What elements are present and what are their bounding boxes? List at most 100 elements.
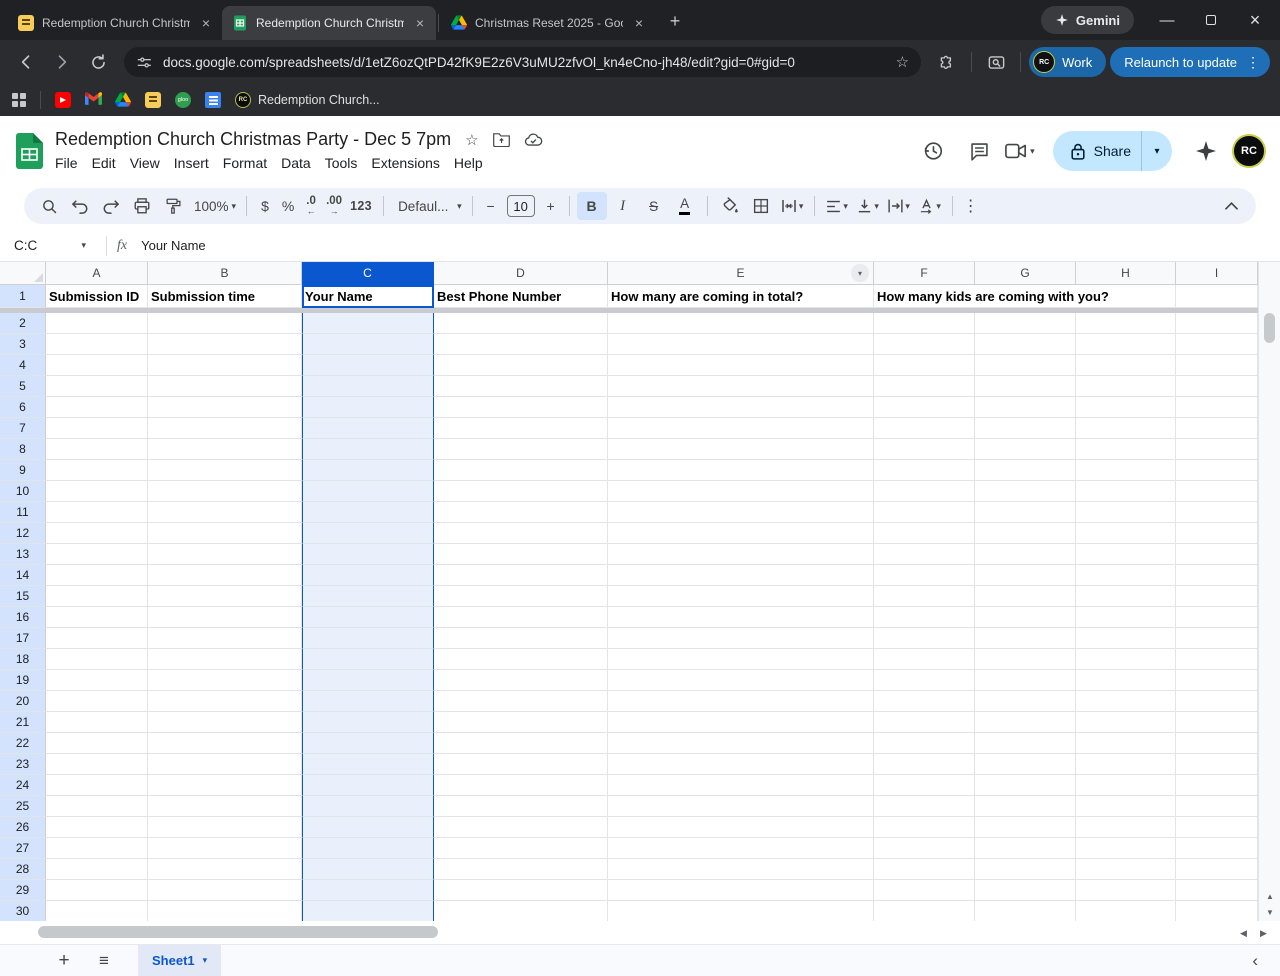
cell-C17[interactable] [302,628,434,649]
apps-grid-icon[interactable] [12,93,26,107]
youtube-bookmark-icon[interactable] [55,92,71,108]
row-header-24[interactable]: 24 [0,775,46,796]
cell-E13[interactable] [608,544,874,565]
cell-I1[interactable] [1176,285,1258,308]
cell-A26[interactable] [46,817,148,838]
cell-G19[interactable] [975,670,1076,691]
vertical-align-button[interactable]: ▾ [853,192,883,220]
decrease-decimal-button[interactable]: .0← [300,192,322,220]
cell-D18[interactable] [434,649,608,670]
cell-A18[interactable] [46,649,148,670]
paint-format-icon[interactable] [158,192,188,220]
cell-H16[interactable] [1076,607,1176,628]
cell-H5[interactable] [1076,376,1176,397]
cell-D13[interactable] [434,544,608,565]
cell-A20[interactable] [46,691,148,712]
cell-I28[interactable] [1176,859,1258,880]
cell-I18[interactable] [1176,649,1258,670]
cell-C16[interactable] [302,607,434,628]
cell-F24[interactable] [874,775,975,796]
cell-D25[interactable] [434,796,608,817]
cell-I26[interactable] [1176,817,1258,838]
tab-search-icon[interactable] [980,46,1012,78]
cell-H18[interactable] [1076,649,1176,670]
cell-G12[interactable] [975,523,1076,544]
address-bar[interactable]: docs.google.com/spreadsheets/d/1etZ6ozQt… [124,47,921,77]
cell-B5[interactable] [148,376,302,397]
cell-I21[interactable] [1176,712,1258,733]
increase-decimal-button[interactable]: .00→ [323,192,345,220]
cell-D26[interactable] [434,817,608,838]
font-size-input[interactable]: 10 [507,195,535,217]
cell-C4[interactable] [302,355,434,376]
cell-E26[interactable] [608,817,874,838]
cell-E28[interactable] [608,859,874,880]
print-icon[interactable] [127,192,157,220]
docs-bookmark-icon[interactable] [205,92,221,108]
cell-E2[interactable] [608,313,874,334]
cell-A17[interactable] [46,628,148,649]
cell-F21[interactable] [874,712,975,733]
row-header-25[interactable]: 25 [0,796,46,817]
cell-D4[interactable] [434,355,608,376]
cell-H2[interactable] [1076,313,1176,334]
row-header-8[interactable]: 8 [0,439,46,460]
cell-B30[interactable] [148,901,302,921]
cell-F8[interactable] [874,439,975,460]
row-header-23[interactable]: 23 [0,754,46,775]
horizontal-align-button[interactable]: ▾ [822,192,852,220]
text-wrap-button[interactable]: ▾ [884,192,914,220]
profile-chip[interactable]: RC Work [1029,47,1106,77]
cell-A25[interactable] [46,796,148,817]
column-header-H[interactable]: H [1076,262,1176,285]
cell-B8[interactable] [148,439,302,460]
cell-F12[interactable] [874,523,975,544]
bookmark-star-icon[interactable]: ☆ [896,53,909,71]
cell-D22[interactable] [434,733,608,754]
browser-tab-drive[interactable]: Christmas Reset 2025 - Google × [441,6,655,40]
cell-F14[interactable] [874,565,975,586]
browser-tab-forms[interactable]: Redemption Church Christmas × [8,6,222,40]
cell-I10[interactable] [1176,481,1258,502]
cell-B12[interactable] [148,523,302,544]
cell-B27[interactable] [148,838,302,859]
cell-E22[interactable] [608,733,874,754]
form-bookmark-icon[interactable] [145,92,161,108]
cell-F5[interactable] [874,376,975,397]
cell-I5[interactable] [1176,376,1258,397]
row-header-3[interactable]: 3 [0,334,46,355]
close-tab-icon[interactable]: × [198,15,214,31]
cell-B6[interactable] [148,397,302,418]
cell-E29[interactable] [608,880,874,901]
back-button[interactable] [10,46,42,78]
cell-B13[interactable] [148,544,302,565]
cell-C25[interactable] [302,796,434,817]
cell-D16[interactable] [434,607,608,628]
cell-A30[interactable] [46,901,148,921]
formula-input[interactable]: Your Name [141,238,206,253]
cell-B26[interactable] [148,817,302,838]
cell-G4[interactable] [975,355,1076,376]
cell-E27[interactable] [608,838,874,859]
bookmark-redemption-church[interactable]: RC Redemption Church... [235,92,380,108]
column-header-G[interactable]: G [975,262,1076,285]
meet-button[interactable]: ▾ [1005,142,1039,160]
cell-H27[interactable] [1076,838,1176,859]
gmail-bookmark-icon[interactable] [85,92,101,108]
cell-I29[interactable] [1176,880,1258,901]
row-header-29[interactable]: 29 [0,880,46,901]
cell-F10[interactable] [874,481,975,502]
cell-G21[interactable] [975,712,1076,733]
bold-button[interactable]: B [577,192,607,220]
cell-H13[interactable] [1076,544,1176,565]
cell-G24[interactable] [975,775,1076,796]
cell-C19[interactable] [302,670,434,691]
cell-A4[interactable] [46,355,148,376]
cell-I9[interactable] [1176,460,1258,481]
cell-F19[interactable] [874,670,975,691]
menu-help[interactable]: Help [447,153,490,173]
cell-H23[interactable] [1076,754,1176,775]
zoom-selector[interactable]: 100% ▾ [189,192,239,220]
row-header-16[interactable]: 16 [0,607,46,628]
row-header-14[interactable]: 14 [0,565,46,586]
